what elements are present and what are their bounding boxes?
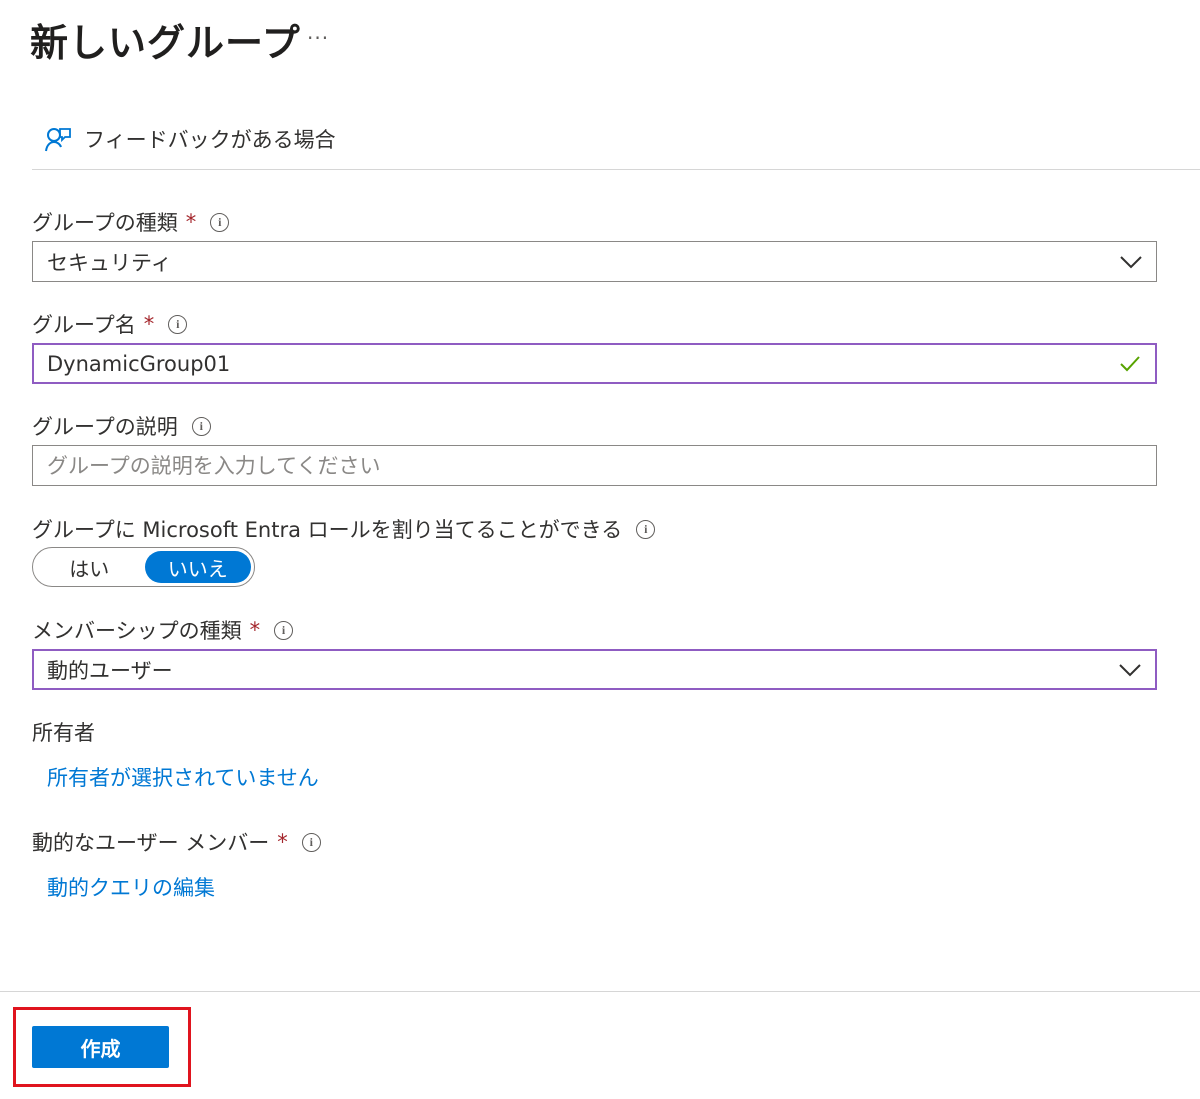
footer-divider [0, 991, 1200, 992]
info-icon[interactable]: i [274, 620, 294, 640]
feedback-person-icon [45, 128, 71, 152]
header-divider [32, 169, 1200, 170]
info-icon[interactable]: i [191, 416, 211, 436]
toggle-option-no[interactable]: いいえ [144, 551, 251, 583]
required-mark: * [277, 830, 288, 854]
group-name-field[interactable] [32, 343, 1157, 384]
info-icon[interactable]: i [168, 314, 188, 334]
group-description-field[interactable] [32, 445, 1157, 486]
feedback-link[interactable]: フィードバックがある場合 [44, 122, 336, 156]
required-mark: * [143, 312, 155, 336]
page-title: 新しいグループ [30, 21, 301, 65]
dynamic-members-label: 動的なユーザー メンバー * i [32, 827, 321, 857]
info-icon[interactable]: i [636, 519, 656, 539]
membership-type-label: メンバーシップの種類 * i [32, 615, 294, 645]
more-options-button[interactable]: ··· [307, 26, 329, 50]
chevron-down-icon [1119, 663, 1141, 676]
info-icon[interactable]: i [210, 212, 230, 232]
group-description-input[interactable] [47, 453, 1156, 478]
checkmark-icon [1120, 355, 1140, 371]
group-name-label-text: グループ名 [32, 313, 136, 337]
membership-type-label-text: メンバーシップの種類 [32, 619, 242, 643]
feedback-label: フィードバックがある場合 [84, 128, 336, 152]
membership-type-dropdown[interactable]: 動的ユーザー [32, 649, 1157, 690]
group-type-value: セキュリティ [47, 250, 172, 275]
edit-dynamic-query-link[interactable]: 動的クエリの編集 [47, 872, 215, 902]
group-type-label-text: グループの種類 [32, 211, 178, 235]
create-button[interactable]: 作成 [32, 1026, 169, 1068]
required-mark: * [249, 618, 261, 642]
owners-label: 所有者 [32, 717, 95, 747]
group-type-dropdown[interactable]: セキュリティ [32, 241, 1157, 282]
group-name-label: グループ名 * i [32, 309, 188, 339]
group-name-input[interactable] [47, 351, 1155, 376]
dynamic-members-label-text: 動的なユーザー メンバー [32, 831, 270, 855]
required-mark: * [185, 210, 197, 234]
entra-role-label: グループに Microsoft Entra ロールを割り当てることができる i [32, 514, 656, 544]
owners-select-link[interactable]: 所有者が選択されていません [47, 762, 319, 792]
entra-role-toggle[interactable]: はい いいえ [32, 547, 255, 587]
toggle-option-yes[interactable]: はい [36, 551, 143, 583]
info-icon[interactable]: i [301, 832, 321, 852]
owners-label-text: 所有者 [32, 721, 95, 745]
entra-role-label-text: グループに Microsoft Entra ロールを割り当てることができる [32, 518, 623, 542]
membership-type-value: 動的ユーザー [47, 658, 173, 683]
group-type-label: グループの種類 * i [32, 207, 230, 237]
chevron-down-icon [1120, 255, 1142, 268]
group-description-label: グループの説明 i [32, 411, 211, 441]
group-description-label-text: グループの説明 [32, 415, 178, 439]
